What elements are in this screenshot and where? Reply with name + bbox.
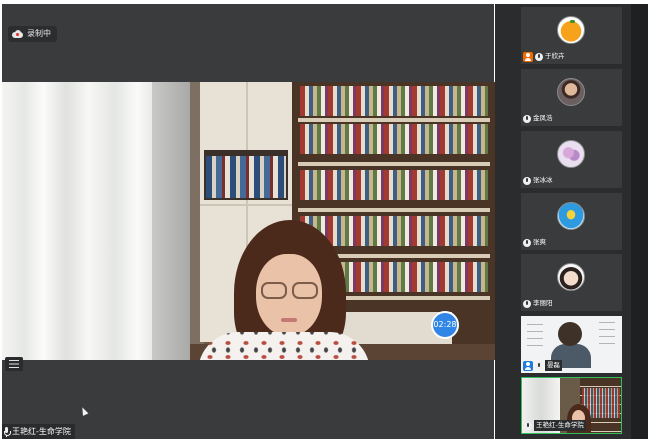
active-speaker-label: 王艳红-生命学院 — [2, 424, 75, 439]
mic-icon — [535, 52, 543, 61]
speaker-mouth — [281, 318, 297, 322]
participant-tile[interactable]: 张冰冰 — [521, 131, 622, 188]
participant-tile[interactable]: 金凤浩 — [521, 69, 622, 126]
speaker-glasses-left — [261, 282, 287, 299]
participant-name-tag: 于欣卉 — [523, 51, 565, 62]
speaker-video: 02:28 — [2, 82, 496, 360]
cohost-badge-icon — [523, 360, 533, 371]
participant-tile[interactable]: 于欣卉 — [521, 7, 622, 64]
mic-icon — [524, 421, 532, 430]
participant-tile[interactable]: 张爽 — [521, 193, 622, 250]
participant-name: 晏磊 — [545, 360, 562, 371]
host-badge-icon — [523, 51, 533, 62]
mic-icon — [535, 361, 543, 370]
person-photo-avatar-icon — [557, 78, 585, 106]
participant-name: 王艳红-生命学院 — [534, 420, 586, 431]
participant-name-tag: 李丽阳 — [523, 298, 553, 309]
participant-video-tile-active[interactable]: 王艳红-生命学院 — [521, 377, 622, 434]
participant-name: 金凤浩 — [533, 114, 553, 122]
participant-name: 于欣卉 — [545, 52, 565, 60]
mic-icon — [3, 426, 11, 437]
flower-photo-avatar-icon — [557, 140, 585, 168]
participant-tile[interactable]: 李丽阳 — [521, 254, 622, 311]
sidebar-edge — [631, 4, 648, 439]
speaker-glasses-right — [292, 282, 318, 299]
participant-name: 李丽阳 — [533, 299, 553, 307]
participant-video-tile[interactable]: 晏磊 — [521, 316, 622, 373]
main-video-stage[interactable]: 录制中 02:28 — [2, 4, 496, 439]
meeting-window: 录制中 02:28 王艳红-生命学院 于欣卉 金凤浩 张冰冰 张爽 李丽阳 晏磊… — [0, 0, 648, 442]
video-scene-curtain-fold — [152, 82, 190, 360]
mic-icon — [523, 176, 531, 185]
participant-name-tag: 金凤浩 — [523, 113, 553, 124]
speaker-clothing — [198, 332, 370, 360]
participant-name-tag: 张爽 — [523, 237, 546, 248]
countdown-timer[interactable]: 02:28 — [431, 311, 459, 339]
list-icon — [9, 360, 19, 368]
cartoon-avatar-icon — [557, 202, 585, 230]
participant-name: 张冰冰 — [533, 176, 553, 184]
cloud-recording-icon — [12, 30, 23, 38]
recording-label: 录制中 — [27, 29, 51, 38]
participant-name-tag: 晏磊 — [523, 360, 562, 371]
mic-icon — [523, 114, 531, 123]
recording-indicator[interactable]: 录制中 — [8, 26, 57, 42]
cartoon-girl-avatar-icon — [557, 263, 585, 291]
participant-name: 张爽 — [533, 238, 546, 246]
orange-avatar-icon — [557, 16, 585, 44]
mic-icon — [523, 238, 531, 247]
participant-name-tag: 王艳红-生命学院 — [524, 420, 586, 431]
layout-list-button[interactable] — [5, 357, 23, 371]
active-speaker-name: 王艳红-生命学院 — [12, 427, 71, 436]
mic-icon — [523, 299, 531, 308]
participant-name-tag: 张冰冰 — [523, 175, 553, 186]
